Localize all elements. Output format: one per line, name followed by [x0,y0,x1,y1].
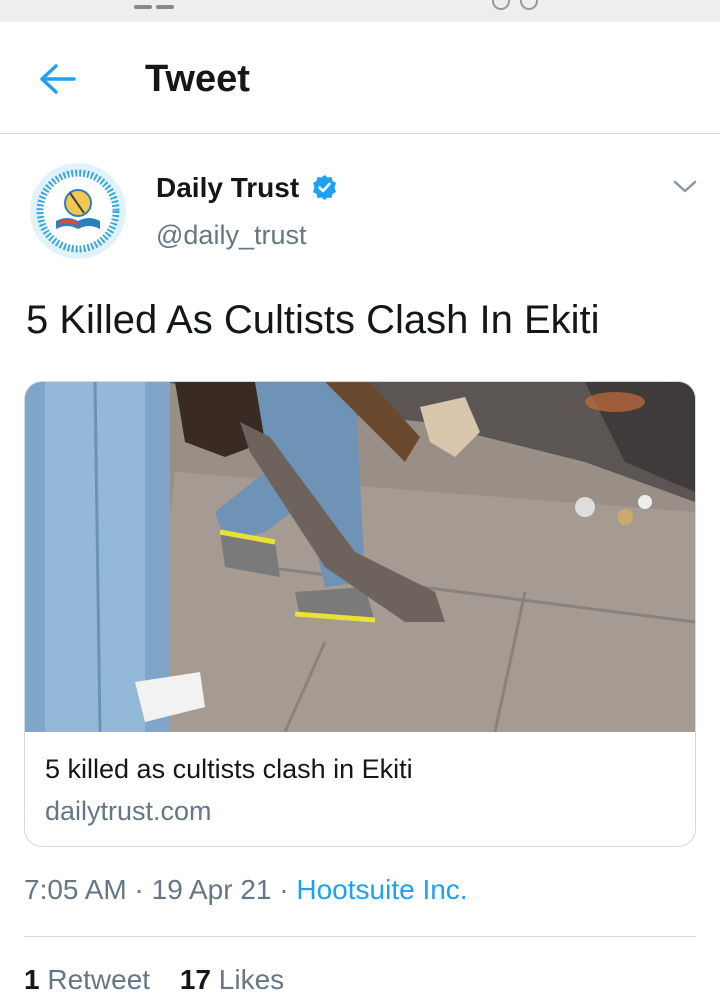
page-title: Tweet [145,58,250,100]
like-count: 17 [179,964,212,995]
card-title: 5 killed as cultists clash in Ekiti [45,754,413,784]
status-icons-left [134,0,178,14]
link-card[interactable]: 5 killed as cultists clash in Ekiti dail… [24,381,696,847]
retweet-count: 1 [24,964,40,995]
arrow-left-icon [40,64,76,94]
daily-trust-logo-icon [30,163,126,259]
back-button[interactable] [34,60,78,98]
card-domain: dailytrust.com [45,796,212,826]
author-handle[interactable]: @daily_trust [156,220,306,251]
card-image [25,382,695,732]
avatar[interactable] [30,163,126,259]
tweet-time: 7:05 AM [24,874,127,905]
likes-stat[interactable]: 17 Likes [180,964,284,995]
top-bar: Tweet [0,22,720,134]
retweet-label: Retweet [47,964,151,995]
tweet-source-link[interactable]: Hootsuite Inc. [296,874,467,905]
author-name[interactable]: Daily Trust [156,172,299,204]
tweet-text: 5 Killed As Cultists Clash In Ekiti [26,298,600,342]
meta-separator: · [134,874,144,905]
retweets-stat[interactable]: 1 Retweet [24,964,150,995]
tweet-meta: 7:05 AM · 19 Apr 21 · Hootsuite Inc. [24,874,468,906]
verified-badge-icon [313,175,336,200]
meta-separator: · [279,874,289,905]
status-bar [0,0,720,22]
tweet-stats: 1 Retweet 17 Likes [24,964,306,996]
like-label: Likes [218,964,285,995]
status-icons-right [492,0,548,15]
divider [24,936,696,937]
chevron-down-icon[interactable] [670,176,700,198]
tweet-date: 19 Apr 21 [151,874,272,905]
